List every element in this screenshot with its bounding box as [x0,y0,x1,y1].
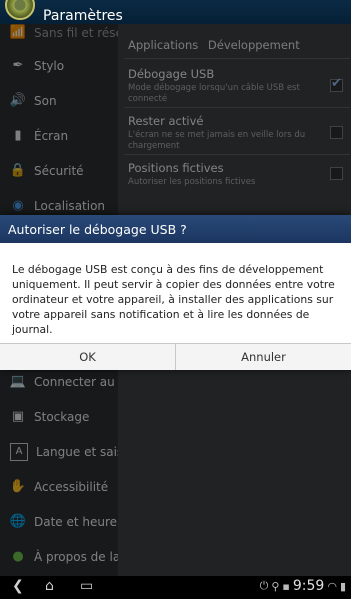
home-icon[interactable]: ⌂ [45,578,54,594]
recent-apps-icon[interactable]: ▭ [80,578,93,594]
dialog-message: Le débogage USB est conçu à des fins de … [12,263,335,336]
back-icon[interactable]: ❮ [12,578,24,594]
battery-small-icon: ▪ [282,579,290,593]
system-navigation-bar: ❮ ⌂ ▭ ⏻ ⚲ ▪ 9:59 ◠ ▮ [0,576,351,599]
cancel-button[interactable]: Annuler [175,344,351,370]
ok-button[interactable]: OK [0,344,175,370]
status-area[interactable]: ⏻ ⚲ ▪ 9:59 ◠ ▮ [260,578,346,594]
dialog-button-bar: OK Annuler [0,343,351,370]
dialog-header: Autoriser le débogage USB ? [0,215,351,243]
dialog-title: Autoriser le débogage USB ? [8,221,187,237]
debug-notification-icon: ⏻ [259,579,269,592]
usb-debugging-dialog: Autoriser le débogage USB ? Le débogage … [0,215,351,370]
battery-icon: ▮ [339,579,346,593]
clock: 9:59 [292,578,325,594]
usb-icon: ⚲ [271,579,280,593]
wifi-signal-icon: ◠ [327,579,337,593]
